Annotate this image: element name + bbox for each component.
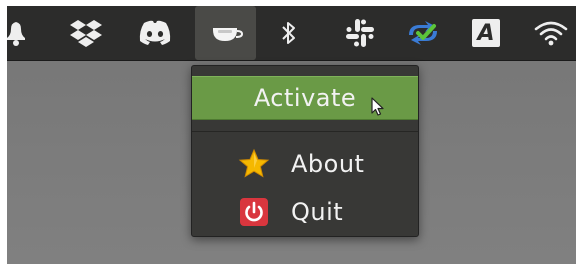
menu-item-about[interactable]: About [192,144,418,184]
dropbox-icon[interactable] [62,6,110,60]
menu-separator [192,131,418,132]
slack-icon[interactable] [337,6,383,60]
discord-icon[interactable] [131,6,179,60]
about-label: About [291,150,365,178]
wifi-icon[interactable] [529,6,573,60]
top-panel: A [7,6,576,61]
power-icon [238,196,270,228]
input-method-icon[interactable]: A [466,6,506,60]
desktop-background: A Activate About Quit [7,6,576,264]
quit-label: Quit [291,198,344,226]
activate-label: Activate [253,84,357,112]
mouse-cursor-icon [371,97,385,121]
caffeine-dropdown-menu: Activate About Quit [191,65,419,237]
menu-item-quit[interactable]: Quit [192,192,418,232]
caffeine-cup-icon[interactable] [195,6,256,60]
notifications-bell-icon[interactable] [7,6,29,60]
bluetooth-icon[interactable] [271,6,307,60]
sync-status-icon[interactable] [400,6,446,60]
star-icon [238,148,270,180]
input-method-label: A [472,19,500,47]
